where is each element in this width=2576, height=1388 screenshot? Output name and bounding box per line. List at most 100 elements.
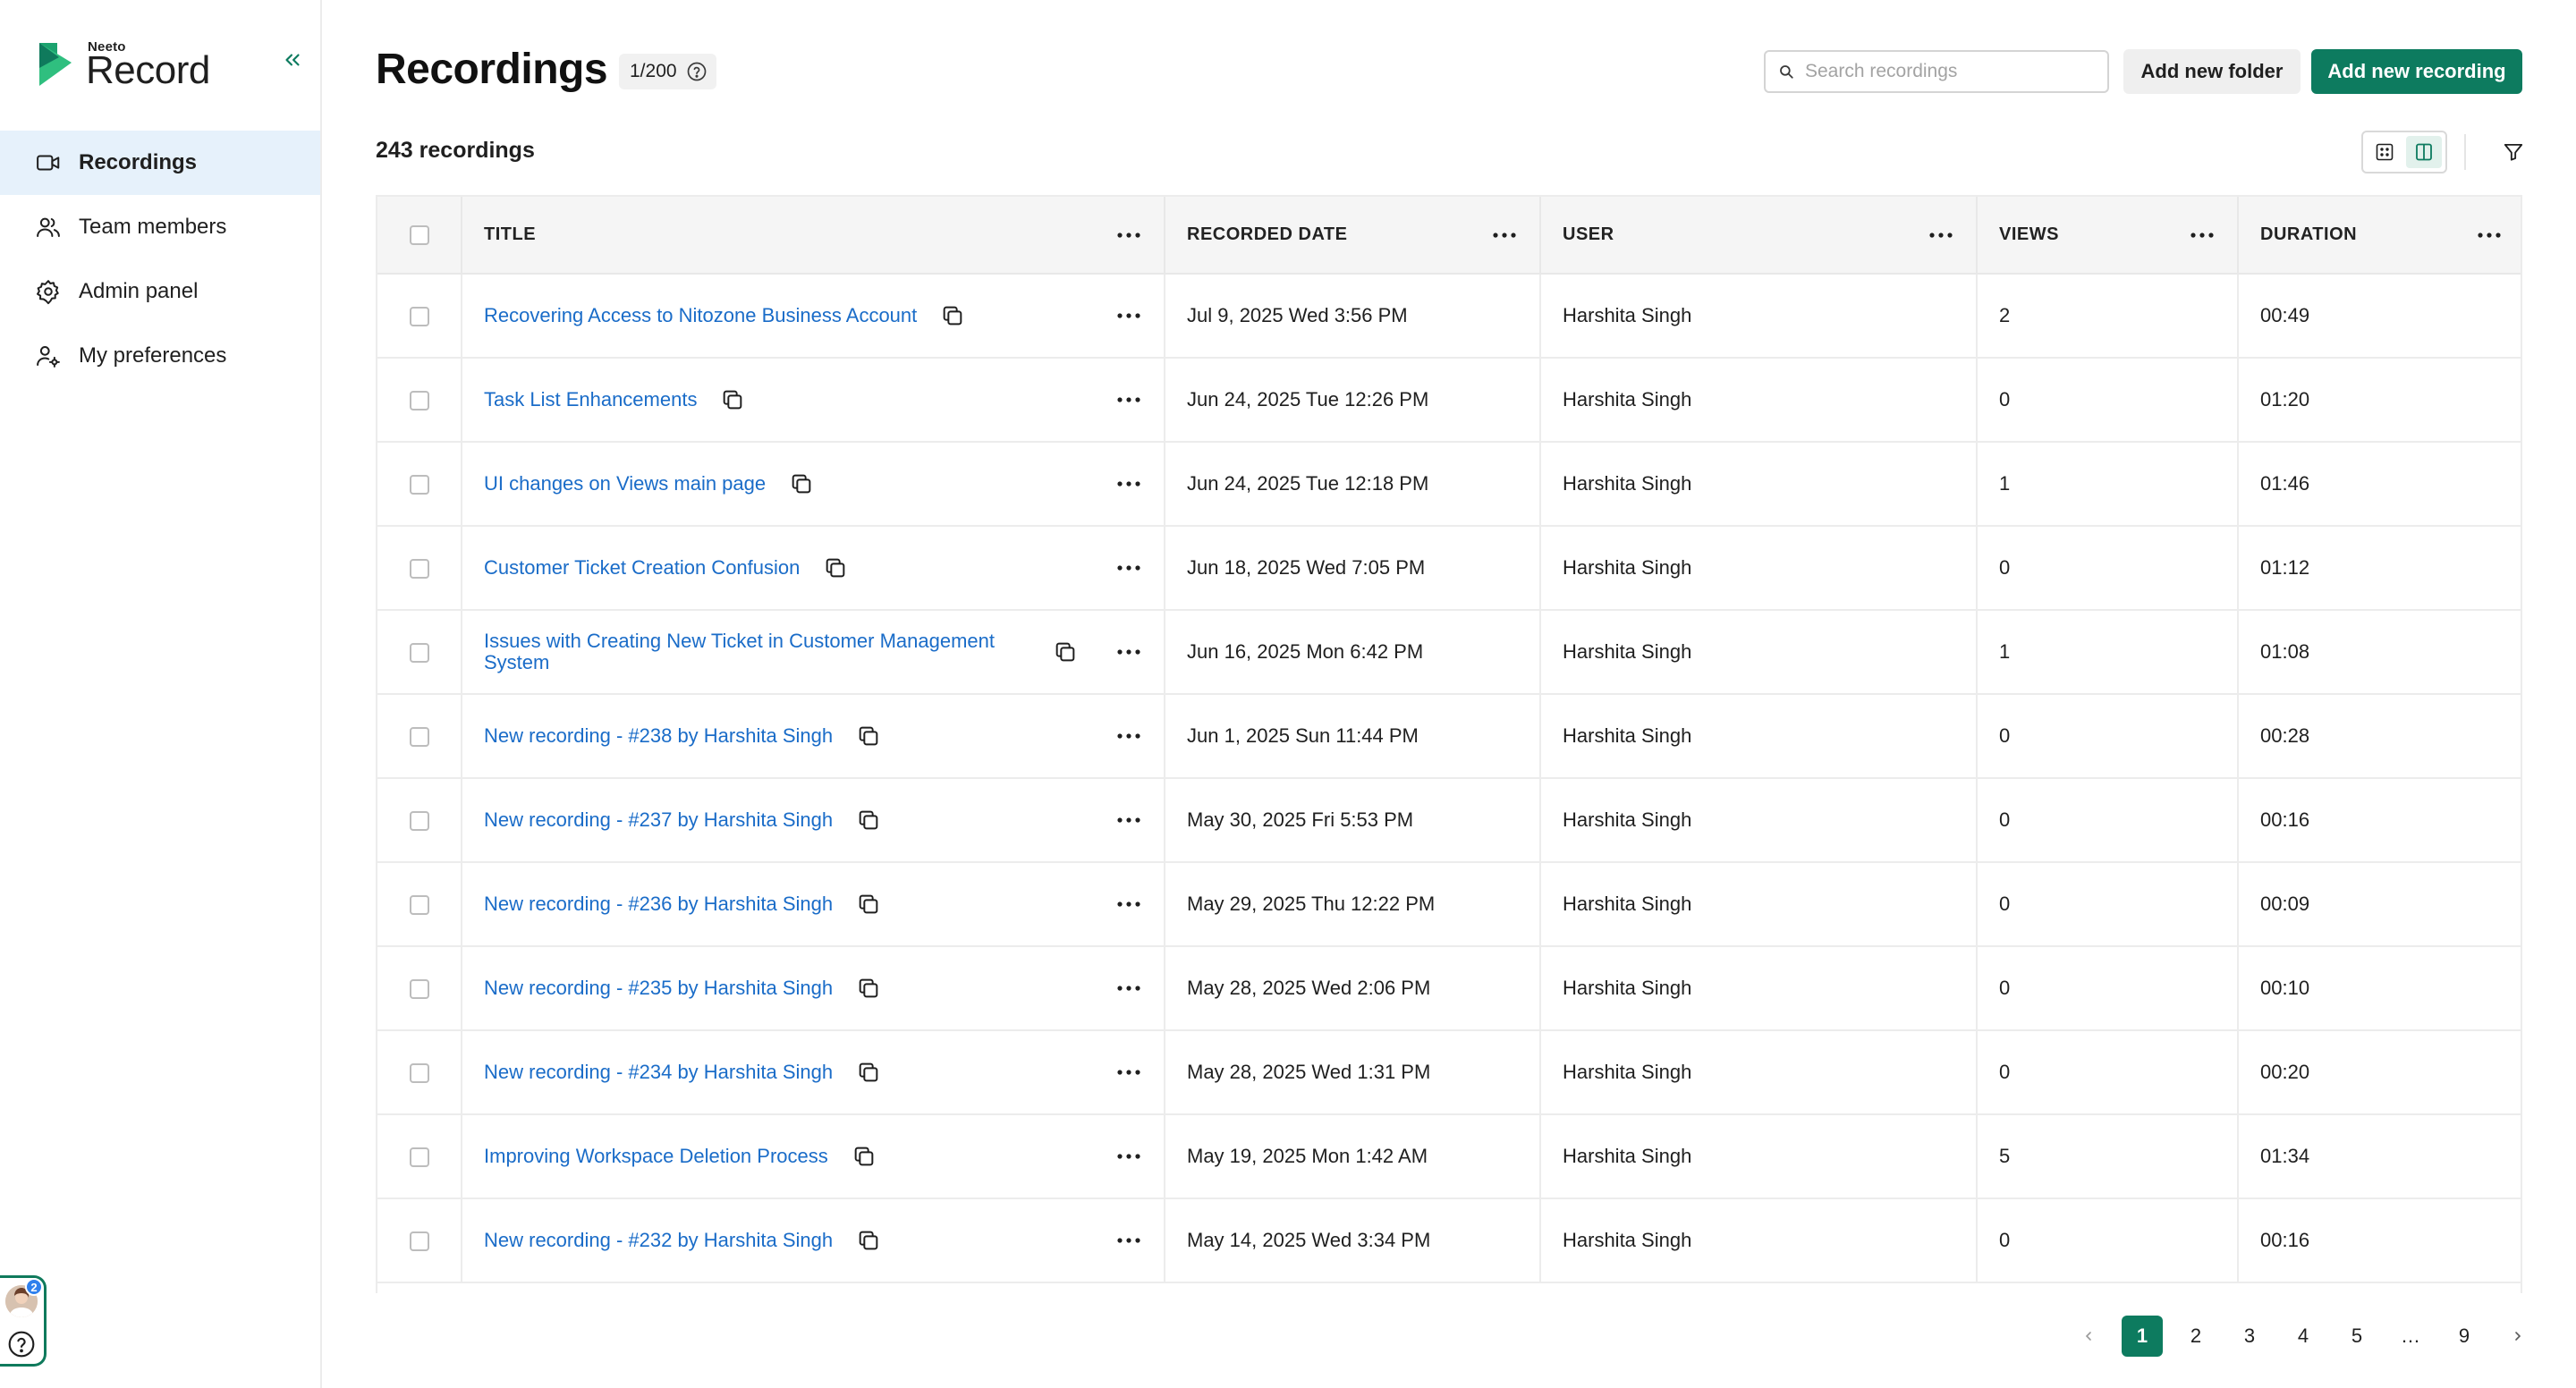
column-menu-button[interactable] (2189, 224, 2216, 246)
copy-link-icon[interactable] (852, 1144, 877, 1169)
copy-link-icon[interactable] (823, 555, 848, 580)
row-actions-button[interactable] (1115, 1146, 1142, 1167)
recording-title-link[interactable]: Recovering Access to Nitozone Business A… (484, 305, 917, 326)
row-checkbox[interactable] (409, 811, 429, 832)
row-actions-button[interactable] (1115, 557, 1142, 579)
row-checkbox[interactable] (409, 895, 429, 916)
column-menu-button[interactable] (2476, 224, 2503, 246)
pagination-prev-button[interactable] (2068, 1316, 2109, 1357)
table-row[interactable]: New recording - #232 by Harshita Singh Ma… (377, 1198, 2521, 1282)
help-widget[interactable]: 2 (0, 1275, 47, 1367)
recording-title-link[interactable]: New recording - #232 by Harshita Singh (484, 1230, 833, 1251)
row-checkbox[interactable] (409, 1231, 429, 1252)
sidebar-item-recordings[interactable]: Recordings (0, 131, 320, 195)
row-checkbox[interactable] (409, 1063, 429, 1084)
row-checkbox[interactable] (409, 1147, 429, 1168)
grid-view-toggle[interactable] (2367, 136, 2402, 168)
table-view-toggle[interactable] (2406, 136, 2442, 168)
recording-title-link[interactable]: Improving Workspace Deletion Process (484, 1146, 828, 1167)
table-row[interactable]: Improving Workspace Deletion Process May … (377, 1114, 2521, 1198)
search-field[interactable] (1805, 61, 2100, 82)
row-actions-button[interactable] (1115, 473, 1142, 495)
pagination-next-button[interactable] (2497, 1316, 2538, 1357)
row-actions-button[interactable] (1115, 641, 1142, 663)
add-new-folder-button[interactable]: Add new folder (2123, 49, 2301, 94)
row-actions-button[interactable] (1115, 305, 1142, 326)
row-actions-button[interactable] (1115, 389, 1142, 410)
title-cell: Improving Workspace Deletion Process (462, 1114, 1165, 1198)
table-row[interactable]: New recording - #238 by Harshita Singh Ju… (377, 694, 2521, 778)
recording-title-link[interactable]: Customer Ticket Creation Confusion (484, 557, 800, 579)
column-header-user[interactable]: USER (1540, 197, 1978, 275)
copy-link-icon[interactable] (856, 724, 881, 749)
column-menu-button[interactable] (1928, 224, 1954, 246)
copy-link-icon[interactable] (789, 471, 814, 496)
help-icon[interactable] (7, 1330, 36, 1358)
recording-title-link[interactable]: New recording - #237 by Harshita Singh (484, 809, 833, 831)
copy-link-icon[interactable] (940, 303, 965, 328)
table-row[interactable]: New recording - #237 by Harshita Singh Ma… (377, 778, 2521, 862)
collapse-sidebar-button[interactable] (277, 45, 308, 75)
column-header-title[interactable]: TITLE (462, 197, 1165, 275)
table-row[interactable]: Recovering Access to Nitozone Business A… (377, 274, 2521, 358)
copy-link-icon[interactable] (856, 1060, 881, 1085)
copy-link-icon[interactable] (720, 387, 745, 412)
filter-button[interactable] (2497, 136, 2529, 168)
table-row[interactable]: Customer Ticket Creation Confusion Jun 18… (377, 526, 2521, 610)
pagination-page[interactable]: 3 (2229, 1316, 2270, 1357)
search-input[interactable] (1764, 50, 2109, 93)
recording-title-link[interactable]: Issues with Creating New Ticket in Custo… (484, 631, 1030, 673)
row-actions-button[interactable] (1115, 809, 1142, 831)
copy-link-icon[interactable] (856, 808, 881, 833)
row-checkbox[interactable] (409, 643, 429, 664)
row-actions-button[interactable] (1115, 1062, 1142, 1083)
table-row[interactable]: Issues with Creating New Ticket in Custo… (377, 610, 2521, 694)
recording-title-link[interactable]: UI changes on Views main page (484, 473, 766, 495)
row-actions-button[interactable] (1115, 978, 1142, 999)
column-menu-button[interactable] (1115, 224, 1142, 246)
copy-link-icon[interactable] (856, 892, 881, 917)
recording-title-link[interactable]: New recording - #235 by Harshita Singh (484, 978, 833, 999)
sidebar-item-admin-panel[interactable]: Admin panel (0, 259, 320, 324)
brand-logo[interactable]: Neeto Record (38, 39, 252, 93)
pagination-page[interactable]: 1 (2122, 1316, 2163, 1357)
pagination-page[interactable]: 2 (2175, 1316, 2216, 1357)
table-row[interactable]: UI changes on Views main page Jun 24, 202… (377, 442, 2521, 526)
table-row[interactable]: New recording - #236 by Harshita Singh Ma… (377, 862, 2521, 946)
row-actions-button[interactable] (1115, 725, 1142, 747)
row-actions-button[interactable] (1115, 1230, 1142, 1251)
column-header-recorded-date[interactable]: RECORDED DATE (1165, 197, 1541, 275)
chevron-left-icon (2085, 1332, 2091, 1341)
copy-link-icon[interactable] (856, 976, 881, 1001)
sidebar-item-team-members[interactable]: Team members (0, 195, 320, 259)
pagination-page[interactable]: 4 (2283, 1316, 2324, 1357)
row-checkbox[interactable] (409, 391, 429, 411)
recording-title-link[interactable]: New recording - #236 by Harshita Singh (484, 893, 833, 915)
row-checkbox[interactable] (409, 979, 429, 1000)
column-header-duration[interactable]: DURATION (2238, 197, 2521, 275)
recording-title-link[interactable]: New recording - #234 by Harshita Singh (484, 1062, 833, 1083)
table-row[interactable]: New recording - #235 by Harshita Singh Ma… (377, 946, 2521, 1030)
sidebar-item-my-preferences[interactable]: My preferences (0, 324, 320, 388)
more-horizontal-icon (2190, 232, 2214, 238)
row-checkbox[interactable] (409, 307, 429, 327)
recording-title-link[interactable]: New recording - #238 by Harshita Singh (484, 725, 833, 747)
column-header-views[interactable]: VIEWS (1977, 197, 2239, 275)
table-row[interactable]: Task List Enhancements Jun 24, 2025 Tue 1… (377, 358, 2521, 442)
column-menu-button[interactable] (1491, 224, 1518, 246)
row-checkbox[interactable] (409, 727, 429, 748)
title-cell: Customer Ticket Creation Confusion (462, 526, 1165, 610)
copy-link-icon[interactable] (856, 1228, 881, 1253)
pagination-page[interactable]: 5 (2336, 1316, 2377, 1357)
copy-link-icon[interactable] (1053, 639, 1078, 664)
question-circle-icon[interactable] (686, 61, 708, 82)
row-actions-button[interactable] (1115, 893, 1142, 915)
pagination-page[interactable]: 9 (2444, 1316, 2485, 1357)
select-all-checkbox[interactable] (409, 224, 429, 245)
row-checkbox[interactable] (409, 475, 429, 495)
recorded-date-cell: May 29, 2025 Thu 12:22 PM (1165, 862, 1541, 946)
recording-title-link[interactable]: Task List Enhancements (484, 389, 697, 410)
row-checkbox[interactable] (409, 559, 429, 580)
table-row[interactable]: New recording - #234 by Harshita Singh Ma… (377, 1030, 2521, 1114)
add-new-recording-button[interactable]: Add new recording (2311, 49, 2522, 94)
